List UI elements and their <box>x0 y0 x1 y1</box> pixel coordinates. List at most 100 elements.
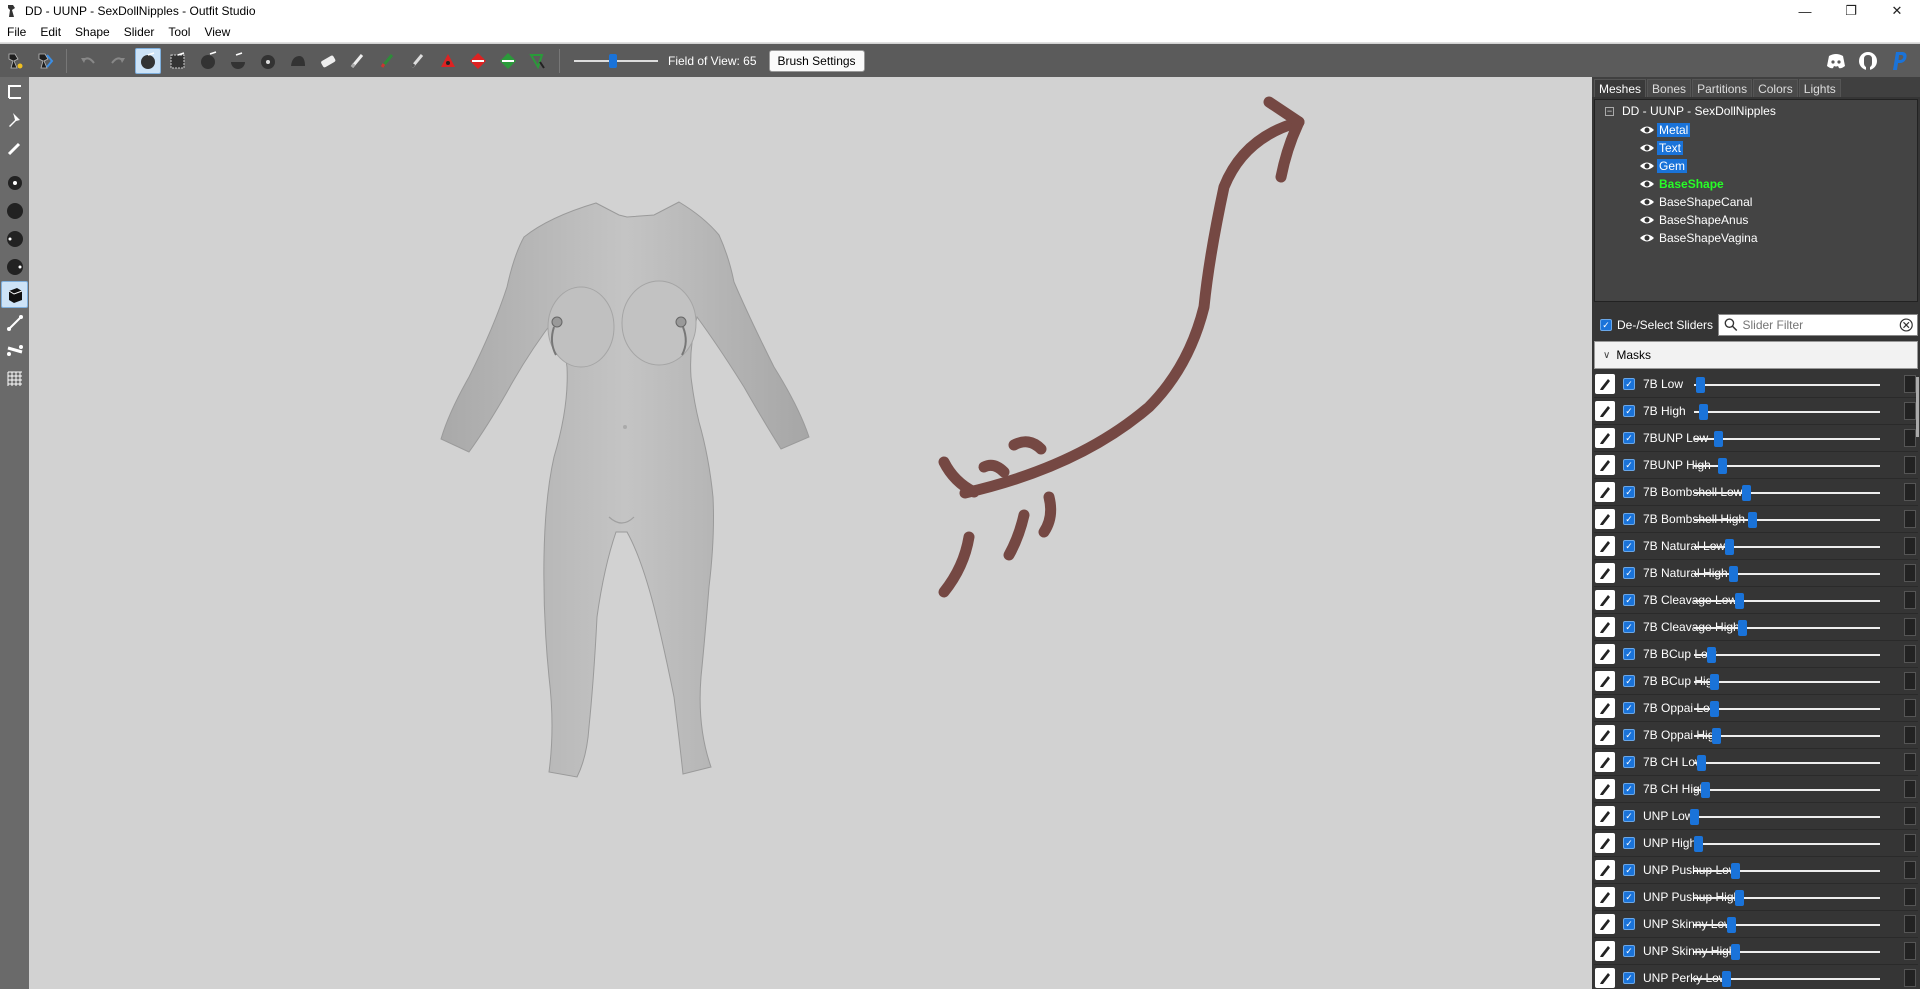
slider-thumb[interactable] <box>1701 782 1711 798</box>
mask-brush-button[interactable] <box>165 48 191 74</box>
slider-checkbox[interactable]: ✓ <box>1623 702 1635 714</box>
weight-brush-button[interactable] <box>405 48 431 74</box>
menu-tool[interactable]: Tool <box>161 25 197 39</box>
slider-value-box[interactable] <box>1904 483 1916 501</box>
close-button[interactable]: ✕ <box>1874 0 1920 22</box>
slider-thumb[interactable] <box>1693 836 1703 852</box>
tab-lights[interactable]: Lights <box>1798 79 1841 97</box>
slider-edit-button[interactable] <box>1595 752 1615 772</box>
paypal-button[interactable] <box>1886 48 1914 74</box>
fov-slider[interactable] <box>574 51 658 71</box>
slider-track[interactable] <box>1694 924 1880 926</box>
slider-thumb[interactable] <box>1699 404 1709 420</box>
brush-xlarge-tool[interactable] <box>1 253 28 280</box>
brush-settings-button[interactable]: Brush Settings <box>768 49 865 72</box>
slider-edit-button[interactable] <box>1595 779 1615 799</box>
discord-button[interactable] <box>1822 48 1850 74</box>
slider-value-box[interactable] <box>1904 564 1916 582</box>
mesh-item-text[interactable]: Text <box>1639 139 1684 157</box>
slider-checkbox[interactable]: ✓ <box>1623 756 1635 768</box>
mesh-item-metal[interactable]: Metal <box>1639 121 1691 139</box>
slider-edit-button[interactable] <box>1595 401 1615 421</box>
slider-checkbox[interactable]: ✓ <box>1623 972 1635 984</box>
eye-icon[interactable] <box>1639 178 1655 190</box>
mesh-item-baseshapeanus[interactable]: BaseShapeAnus <box>1639 211 1750 229</box>
slider-value-box[interactable] <box>1904 969 1916 987</box>
slider-value-box[interactable] <box>1904 942 1916 960</box>
menu-edit[interactable]: Edit <box>33 25 68 39</box>
slider-track[interactable] <box>1694 816 1880 818</box>
slider-value-box[interactable] <box>1904 456 1916 474</box>
slider-edit-button[interactable] <box>1595 455 1615 475</box>
slider-edit-button[interactable] <box>1595 563 1615 583</box>
clear-icon[interactable] <box>1898 316 1915 334</box>
slider-thumb[interactable] <box>1747 512 1757 528</box>
tab-bones[interactable]: Bones <box>1647 79 1692 97</box>
slider-track[interactable] <box>1694 627 1880 629</box>
slider-value-box[interactable] <box>1904 699 1916 717</box>
slider-thumb[interactable] <box>1729 566 1739 582</box>
slider-thumb[interactable] <box>1734 890 1744 906</box>
slider-edit-button[interactable] <box>1595 887 1615 907</box>
pivot-tool[interactable] <box>1 106 28 133</box>
bone-tool[interactable] <box>1 309 28 336</box>
slider-value-box[interactable] <box>1904 753 1916 771</box>
slider-checkbox[interactable]: ✓ <box>1623 459 1635 471</box>
slider-checkbox[interactable]: ✓ <box>1623 783 1635 795</box>
slider-edit-button[interactable] <box>1595 914 1615 934</box>
slider-value-box[interactable] <box>1904 645 1916 663</box>
slider-edit-button[interactable] <box>1595 482 1615 502</box>
select-box-tool[interactable] <box>1 281 28 308</box>
slider-checkbox[interactable]: ✓ <box>1623 837 1635 849</box>
slider-track[interactable] <box>1694 492 1880 494</box>
slider-track[interactable] <box>1694 681 1880 683</box>
mesh-item-baseshapecanal[interactable]: BaseShapeCanal <box>1639 193 1754 211</box>
slider-value-box[interactable] <box>1904 618 1916 636</box>
transform-tool[interactable] <box>1 78 28 105</box>
eye-icon[interactable] <box>1639 142 1655 154</box>
grid-tool[interactable] <box>1 365 28 392</box>
slider-track[interactable] <box>1694 600 1880 602</box>
slider-value-box[interactable] <box>1904 510 1916 528</box>
slider-track[interactable] <box>1694 762 1880 764</box>
marker-button[interactable] <box>435 48 461 74</box>
slider-list-scrollbar[interactable] <box>1916 377 1919 437</box>
slider-thumb[interactable] <box>1738 620 1748 636</box>
flip-button[interactable] <box>495 48 521 74</box>
undiff-brush-button[interactable] <box>315 48 341 74</box>
slider-thumb[interactable] <box>1695 377 1705 393</box>
slider-edit-button[interactable] <box>1595 941 1615 961</box>
slider-value-box[interactable] <box>1904 780 1916 798</box>
slider-checkbox[interactable]: ✓ <box>1623 594 1635 606</box>
slider-track[interactable] <box>1694 870 1880 872</box>
slider-checkbox[interactable]: ✓ <box>1623 918 1635 930</box>
slider-checkbox[interactable]: ✓ <box>1623 405 1635 417</box>
edit-vertex-button[interactable] <box>525 48 551 74</box>
transform-tool-button[interactable] <box>32 48 58 74</box>
slider-thumb[interactable] <box>1734 593 1744 609</box>
eye-icon[interactable] <box>1639 196 1655 208</box>
slider-track[interactable] <box>1694 789 1880 791</box>
slider-track[interactable] <box>1694 384 1880 386</box>
slider-edit-button[interactable] <box>1595 698 1615 718</box>
collapse-button[interactable] <box>465 48 491 74</box>
slider-thumb[interactable] <box>1730 944 1740 960</box>
slider-value-box[interactable] <box>1904 537 1916 555</box>
pen-tool[interactable] <box>1 134 28 161</box>
tab-meshes[interactable]: Meshes <box>1594 79 1647 97</box>
maximize-button[interactable]: ❐ <box>1828 0 1874 22</box>
deselect-sliders-checkbox[interactable]: ✓ De-/Select Sliders <box>1600 318 1713 332</box>
slider-value-box[interactable] <box>1904 402 1916 420</box>
mesh-item-baseshape[interactable]: BaseShape <box>1639 175 1726 193</box>
select-tool-button[interactable] <box>2 48 28 74</box>
slider-thumb[interactable] <box>1706 647 1716 663</box>
github-button[interactable] <box>1854 48 1882 74</box>
slider-checkbox[interactable]: ✓ <box>1623 891 1635 903</box>
slider-track[interactable] <box>1694 951 1880 953</box>
3d-viewport[interactable] <box>29 77 1592 989</box>
slider-edit-button[interactable] <box>1595 806 1615 826</box>
slider-track[interactable] <box>1694 573 1880 575</box>
slider-thumb[interactable] <box>1717 458 1727 474</box>
slider-checkbox[interactable]: ✓ <box>1623 810 1635 822</box>
slider-value-box[interactable] <box>1904 834 1916 852</box>
